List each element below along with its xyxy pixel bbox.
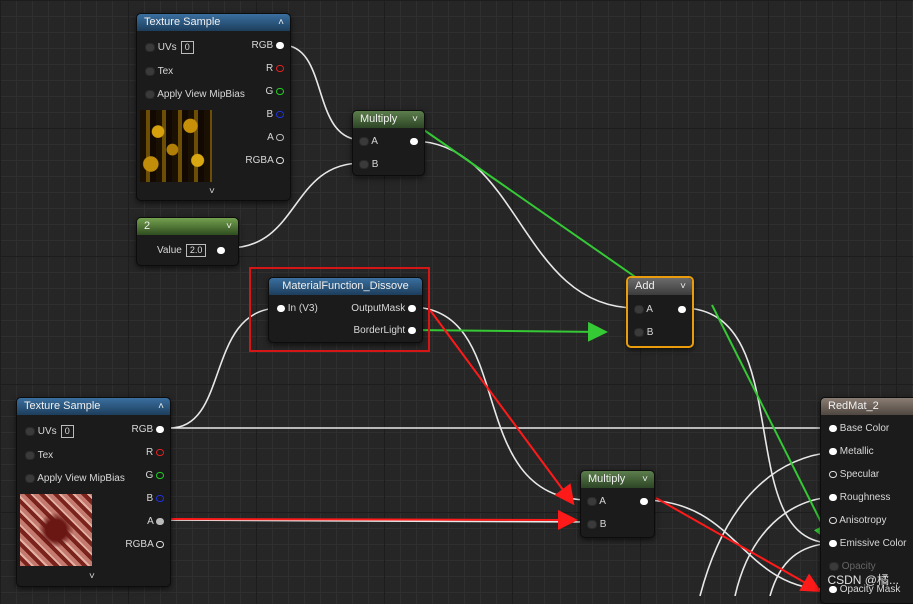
input-b[interactable]: B <box>634 326 653 340</box>
input-apply-view-mipbias[interactable]: Apply View MipBias <box>25 472 125 486</box>
arrow-multiply2-to-opacitymask <box>655 497 822 592</box>
output-g[interactable]: G <box>145 469 164 483</box>
wire-multiply2-to-opacitymask <box>641 499 833 591</box>
output-pin[interactable] <box>410 135 418 149</box>
chevron-down-icon[interactable]: ˅ <box>642 471 648 488</box>
output-r[interactable]: R <box>266 62 284 76</box>
uvs-value[interactable]: 0 <box>180 41 194 54</box>
input-metallic[interactable]: Metallic <box>829 445 874 459</box>
node-header[interactable]: Texture Sample ˄ <box>17 398 170 415</box>
uvs-value[interactable]: 0 <box>60 425 74 438</box>
wire-a2-to-multiply2-b <box>159 519 593 523</box>
chevron-down-icon[interactable]: ˅ <box>226 218 232 235</box>
output-rgb[interactable]: RGB <box>252 39 284 53</box>
wire-outputmask-to-multiply2-a <box>409 306 591 501</box>
wire-misc-1 <box>699 451 833 596</box>
input-b[interactable]: B <box>587 518 606 532</box>
node-header[interactable]: 2 ˅ <box>137 218 238 235</box>
output-r[interactable]: R <box>146 446 164 460</box>
input-specular[interactable]: Specular <box>829 468 879 482</box>
output-a[interactable]: A <box>267 131 284 145</box>
node-title: Multiply <box>360 113 398 125</box>
input-a[interactable]: A <box>359 135 378 149</box>
chevron-down-icon[interactable]: ˅ <box>209 186 215 197</box>
highlight-box <box>249 267 430 352</box>
arrow-outputmask-to-multiply2 <box>429 309 575 506</box>
wire-rgb-to-multiply-a <box>281 44 363 141</box>
wire-add-to-emissive <box>681 307 833 544</box>
input-emissive-color[interactable]: Emissive Color <box>829 537 906 551</box>
input-a[interactable]: A <box>634 303 653 317</box>
output-pin[interactable] <box>640 495 648 509</box>
output-a[interactable]: A <box>147 515 164 529</box>
input-anisotropy[interactable]: Anisotropy <box>829 514 886 528</box>
texture-preview-thumbnail <box>20 494 92 566</box>
output-g[interactable]: G <box>265 85 284 99</box>
constant-node[interactable]: 2 ˅ Value 2.0 <box>136 217 239 266</box>
input-uvs[interactable]: UVs 0 <box>145 41 194 55</box>
input-apply-view-mipbias[interactable]: Apply View MipBias <box>145 88 245 102</box>
output-pin[interactable] <box>678 303 686 317</box>
node-title: Multiply <box>588 473 626 485</box>
texture-sample-node-1[interactable]: Texture Sample ˄ UVs 0 Tex Apply View Mip… <box>136 13 291 201</box>
multiply-node-1[interactable]: Multiply ˅ A B <box>352 110 425 176</box>
arrow-borderlight-to-add-b <box>409 321 608 342</box>
node-header[interactable]: Multiply ˅ <box>353 111 424 128</box>
arrow-add-to-emissive <box>711 304 832 544</box>
texture-preview-thumbnail <box>140 110 212 182</box>
wire-multiply-to-add-a <box>411 140 637 309</box>
output-rgb[interactable]: RGB <box>132 423 164 437</box>
watermark: CSDN @橘... <box>827 573 899 587</box>
chevron-up-icon[interactable]: ˄ <box>278 14 284 31</box>
input-b[interactable]: B <box>359 158 378 172</box>
chevron-down-icon[interactable]: ˅ <box>89 571 95 582</box>
texture-sample-node-2[interactable]: Texture Sample ˄ UVs 0 Tex Apply View Mip… <box>16 397 171 587</box>
input-tex[interactable]: Tex <box>145 65 173 79</box>
input-tex[interactable]: Tex <box>25 449 53 463</box>
chevron-down-icon[interactable]: ˅ <box>412 111 418 128</box>
node-title: Add <box>635 280 655 292</box>
chevron-down-icon[interactable]: ˅ <box>680 278 686 295</box>
input-a[interactable]: A <box>587 495 606 509</box>
node-title: 2 <box>144 220 151 232</box>
input-roughness[interactable]: Roughness <box>829 491 890 505</box>
arrow-a-to-multiply2-b <box>159 509 578 530</box>
input-uvs[interactable]: UVs 0 <box>25 425 74 439</box>
node-header[interactable]: RedMat_2 <box>821 398 913 415</box>
add-node[interactable]: Add ˅ A B <box>626 276 694 348</box>
wire-misc-2 <box>734 496 833 596</box>
node-header[interactable]: Add ˅ <box>628 278 692 295</box>
input-base-color[interactable]: Base Color <box>829 422 889 436</box>
chevron-up-icon[interactable]: ˄ <box>158 398 164 415</box>
node-header[interactable]: Texture Sample ˄ <box>137 14 290 31</box>
output-b[interactable]: B <box>267 108 284 122</box>
output-rgba[interactable]: RGBA <box>125 538 164 552</box>
value-field[interactable]: Value 2.0 <box>157 244 226 258</box>
multiply-node-2[interactable]: Multiply ˅ A B <box>580 470 655 538</box>
node-title: Texture Sample <box>24 400 101 412</box>
output-rgba[interactable]: RGBA <box>245 154 284 168</box>
node-title: Texture Sample <box>144 16 221 28</box>
output-b[interactable]: B <box>147 492 164 506</box>
node-title: RedMat_2 <box>828 400 879 412</box>
node-header[interactable]: Multiply ˅ <box>581 471 654 488</box>
